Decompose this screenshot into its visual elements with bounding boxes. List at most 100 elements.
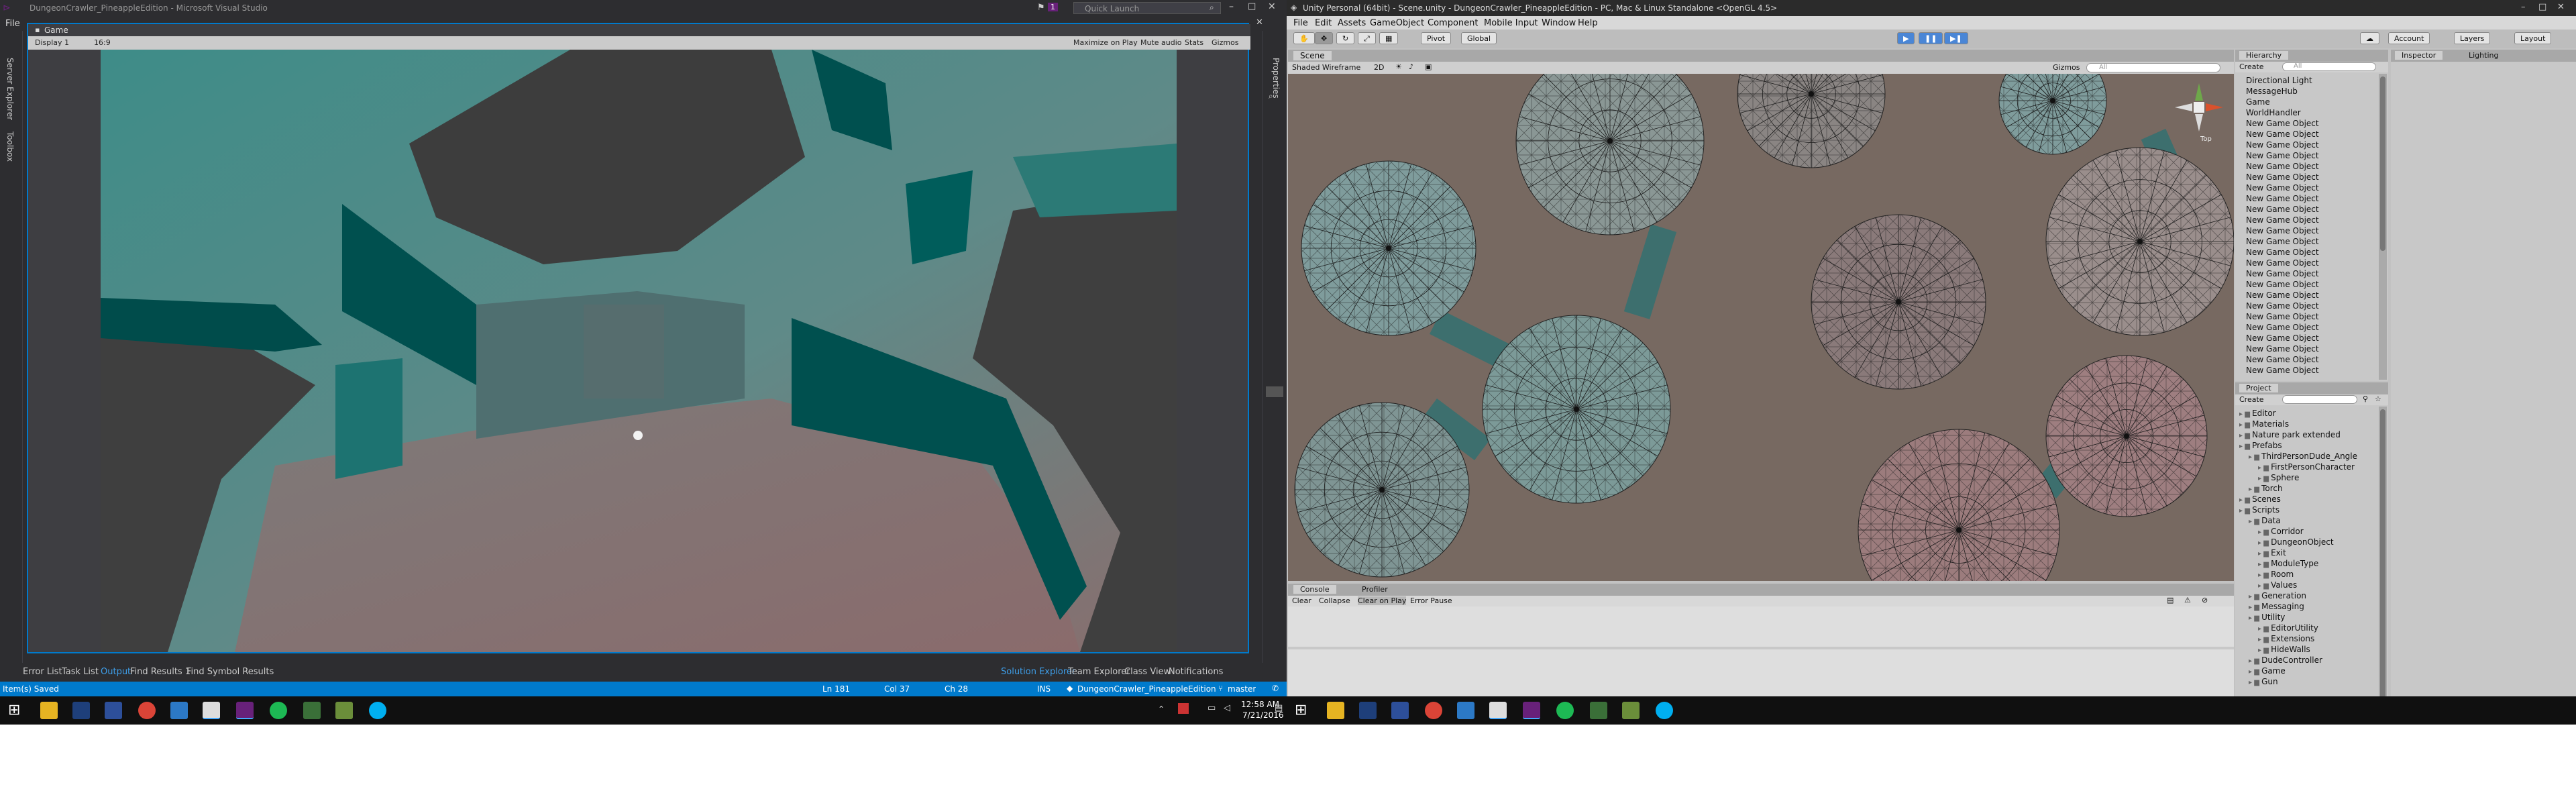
app-icon[interactable] [303, 702, 321, 719]
status-project[interactable]: DungeonCrawler_PineappleEdition [1077, 684, 1216, 694]
gizmos-dropdown[interactable]: Gizmos [1212, 38, 1239, 47]
account-dropdown[interactable]: Account [2388, 32, 2430, 44]
maximize-on-play-toggle[interactable]: Maximize on Play [1073, 38, 1138, 47]
project-item[interactable]: ▸ ▆ EditorUtility [2239, 623, 2377, 633]
project-item[interactable]: ▸ ▆ ThirdPersonDude_Angle [2239, 451, 2377, 462]
menu-edit[interactable]: Edit [1315, 18, 1332, 28]
project-item[interactable]: ▸ ▆ Game [2239, 666, 2377, 676]
project-item[interactable]: ▸ ▆ ModuleType [2239, 558, 2377, 569]
tab-output[interactable]: Output [101, 667, 131, 677]
tab-error-list[interactable]: Error List [23, 667, 62, 677]
quick-launch-input[interactable]: Quick Launch ⌕ [1073, 2, 1221, 14]
project-scroll-thumb[interactable] [2380, 409, 2385, 704]
app-icon[interactable] [170, 702, 188, 719]
minimize-button[interactable]: – [2521, 2, 2526, 12]
menu-help[interactable]: Help [1578, 18, 1598, 28]
spotify-icon[interactable] [1556, 702, 1574, 719]
hierarchy-item[interactable]: New Game Object [2246, 290, 2377, 301]
console-collapse-button[interactable]: Collapse [1319, 596, 1350, 605]
project-item[interactable]: ▸ ▆ FirstPersonCharacter [2239, 462, 2377, 472]
hierarchy-scroll-thumb[interactable] [2380, 76, 2385, 251]
hierarchy-item[interactable]: New Game Object [2246, 365, 2377, 376]
rotate-tool-button[interactable]: ↻ [1336, 32, 1355, 44]
hierarchy-item[interactable]: Directional Light [2246, 75, 2377, 86]
project-item[interactable]: ▸ ▆ Scenes [2239, 494, 2377, 504]
console-clear-button[interactable]: Clear [1292, 596, 1311, 605]
console-clear-on-play-button[interactable]: Clear on Play [1358, 596, 1407, 605]
project-item[interactable]: ▸ ▆ Corridor [2239, 526, 2377, 537]
project-item[interactable]: ▸ ▆ Nature park extended [2239, 429, 2377, 440]
scale-tool-button[interactable]: ⤢ [1358, 32, 1376, 44]
app-icon[interactable] [1391, 702, 1409, 719]
tab-find-results-1[interactable]: Find Results 1 [130, 667, 191, 677]
hierarchy-item[interactable]: New Game Object [2246, 311, 2377, 322]
spotify-icon[interactable] [270, 702, 287, 719]
hierarchy-item[interactable]: New Game Object [2246, 129, 2377, 140]
project-item[interactable]: ▸ ▆ Room [2239, 569, 2377, 580]
tab-solution-explorer[interactable]: Solution Explorer [1001, 667, 1075, 677]
hierarchy-item[interactable]: New Game Object [2246, 215, 2377, 225]
scene-gizmo[interactable]: Top [2172, 81, 2226, 143]
menu-assets[interactable]: Assets [1338, 18, 1366, 28]
close-doc-icon[interactable]: ✕ [1256, 17, 1263, 28]
menu-component[interactable]: Component [1428, 18, 1478, 28]
shading-dropdown[interactable]: Shaded Wireframe [1292, 63, 1360, 72]
hierarchy-scrollbar[interactable] [2379, 74, 2387, 380]
stats-toggle[interactable]: Stats [1185, 38, 1203, 47]
hierarchy-item[interactable]: New Game Object [2246, 247, 2377, 258]
unity-icon[interactable] [203, 702, 220, 719]
project-item[interactable]: ▸ ▆ Utility [2239, 612, 2377, 623]
hierarchy-item[interactable]: New Game Object [2246, 333, 2377, 343]
app-icon[interactable] [1590, 702, 1607, 719]
minecraft-icon[interactable] [1622, 702, 1640, 719]
audio-toggle-icon[interactable]: ♪ [1409, 62, 1413, 71]
pivot-toggle[interactable]: Pivot [1421, 32, 1452, 44]
favorite-icon[interactable]: ☆ [2375, 394, 2381, 403]
chrome-icon[interactable] [1425, 702, 1442, 719]
project-item[interactable]: ▸ ▆ Values [2239, 580, 2377, 590]
hierarchy-item[interactable]: New Game Object [2246, 343, 2377, 354]
project-item[interactable]: ▸ ▆ DudeController [2239, 655, 2377, 666]
console-error-pause-button[interactable]: Error Pause [1410, 596, 1452, 605]
project-item[interactable]: ▸ ▆ Extensions [2239, 633, 2377, 644]
maximize-button[interactable]: □ [1248, 1, 1256, 11]
tab-team-explorer[interactable]: Team Explorer [1068, 667, 1130, 677]
hierarchy-item[interactable]: New Game Object [2246, 172, 2377, 182]
game-tab[interactable]: Game [44, 25, 68, 35]
app-icon[interactable] [1457, 702, 1474, 719]
2d-toggle[interactable]: 2D [1374, 63, 1384, 72]
tray-chevron-icon[interactable]: ⌃ [1158, 704, 1165, 714]
notification-flag-icon[interactable]: ⚑ [1037, 3, 1045, 13]
project-item[interactable]: ▸ ▆ Prefabs [2239, 440, 2377, 451]
status-branch[interactable]: master [1228, 684, 1256, 694]
minimize-button[interactable]: – [1229, 1, 1234, 12]
rect-tool-button[interactable]: ▦ [1379, 32, 1399, 44]
project-item[interactable]: ▸ ▆ Data [2239, 515, 2377, 526]
project-item[interactable]: ▸ ▆ HideWalls [2239, 644, 2377, 655]
lighting-toggle-icon[interactable]: ☀ [1395, 62, 1402, 71]
skype-icon[interactable] [1656, 702, 1673, 719]
tab-task-list[interactable]: Task List [62, 667, 99, 677]
hierarchy-item[interactable]: Game [2246, 97, 2377, 107]
scene-tab[interactable]: Scene [1293, 51, 1332, 60]
app-icon[interactable] [72, 702, 90, 719]
minecraft-icon[interactable] [335, 702, 353, 719]
lighting-tab[interactable]: Lighting [2462, 51, 2505, 60]
file-explorer-icon[interactable] [1327, 702, 1344, 719]
project-item[interactable]: ▸ ▆ Materials [2239, 419, 2377, 429]
volume-icon[interactable]: ◁ [1224, 703, 1230, 713]
visual-studio-icon[interactable] [1523, 702, 1540, 719]
move-tool-button[interactable]: ✥ [1315, 32, 1334, 44]
menu-window[interactable]: Window [1542, 18, 1576, 28]
maximize-button[interactable]: □ [2538, 2, 2546, 12]
hierarchy-item[interactable]: New Game Object [2246, 301, 2377, 311]
hierarchy-item[interactable]: New Game Object [2246, 268, 2377, 279]
play-button[interactable]: ▶ [1897, 32, 1915, 44]
windows-start-icon[interactable]: ⊞ [1295, 702, 1307, 719]
cloud-icon[interactable]: ☁ [2360, 32, 2379, 44]
project-create-dropdown[interactable]: Create [2239, 395, 2264, 404]
project-item[interactable]: ▸ ▆ Scripts [2239, 504, 2377, 515]
scene-viewport[interactable]: Top [1288, 74, 2234, 581]
hierarchy-item[interactable]: New Game Object [2246, 322, 2377, 333]
tab-find-symbol-results[interactable]: Find Symbol Results [186, 667, 274, 677]
